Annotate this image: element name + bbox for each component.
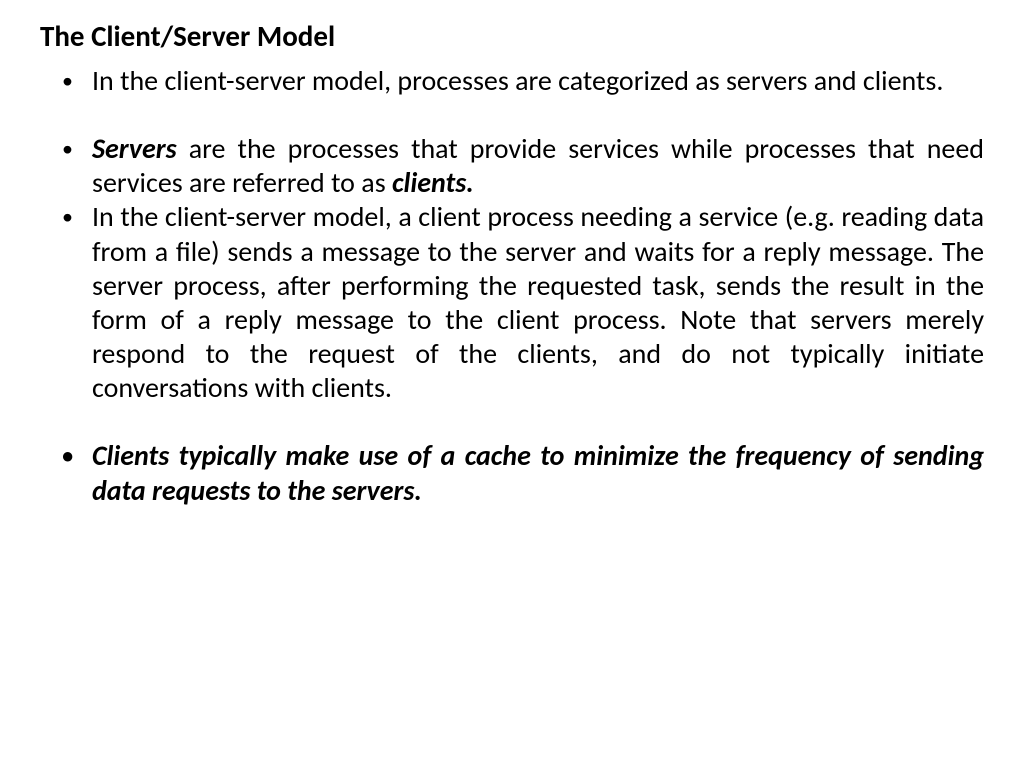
list-item: In the client-server model, a client pro… [40,200,984,405]
term-servers: Servers [92,131,177,166]
list-item: Clients typically make use of a cache to… [40,439,984,507]
spacer [40,405,984,439]
bullet-list: In the client-server model, processes ar… [40,64,984,98]
bullet-list: Servers are the processes that provide s… [40,132,984,405]
term-clients: clients. [392,165,474,200]
bullet-list: Clients typically make use of a cache to… [40,439,984,507]
spacer [40,98,984,132]
list-item: Servers are the processes that provide s… [40,132,984,200]
text-fragment: are the processes that provide services … [92,131,984,200]
page-title: The Client/Server Model [40,18,984,54]
list-item: In the client-server model, processes ar… [40,64,984,98]
